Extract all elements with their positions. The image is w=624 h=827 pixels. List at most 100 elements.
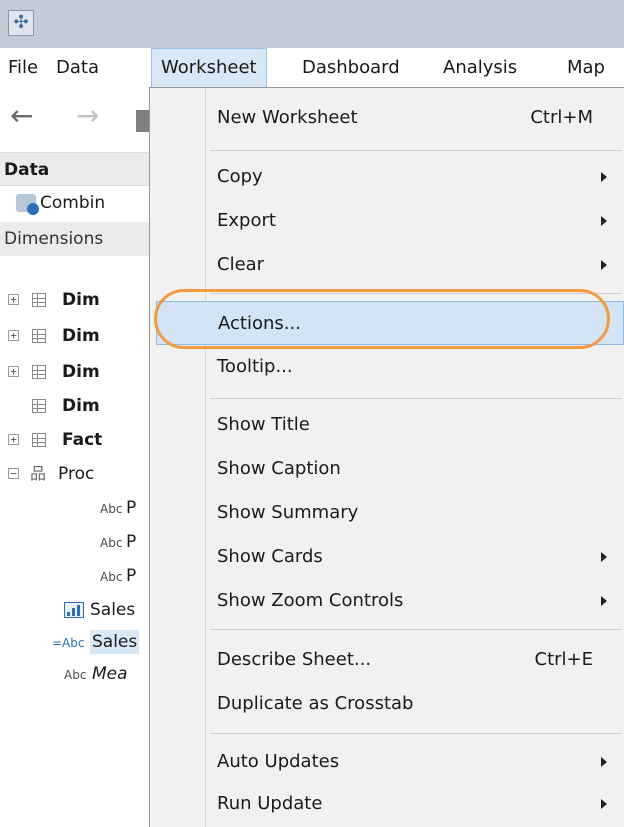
menu-item-show-title[interactable]: Show Title [205,403,623,447]
toolbar: ← → [0,88,150,152]
menu-item-label: Actions... [218,313,301,334]
tree-item-label: P [126,566,137,586]
menu-item-show-caption[interactable]: Show Caption [205,447,623,491]
datasource-item[interactable]: Combin [0,186,150,220]
submenu-arrow-icon [601,799,607,809]
menu-data[interactable]: Data [56,48,99,88]
tree-item-field[interactable]: Abc P [0,494,150,524]
menu-item-label: Export [217,210,276,231]
menu-item-label: Tooltip... [217,356,293,377]
menu-item-duplicate-as-crosstab[interactable]: Duplicate as Crosstab [205,682,623,726]
tree-item-label: Dim [62,362,100,382]
menu-item-export[interactable]: Export [205,199,623,243]
tree-item-measure-names[interactable]: Abc Mea [0,660,150,690]
menu-icon-gutter [150,88,206,827]
table-icon [32,365,46,379]
string-type-icon: Abc [100,502,123,516]
submenu-arrow-icon [601,552,607,562]
menu-item-label: Describe Sheet... [217,649,372,670]
menu-item-label: Show Summary [217,502,359,523]
collapse-icon[interactable]: − [8,468,19,479]
menu-item-label: New Worksheet [217,107,358,128]
menu-dashboard[interactable]: Dashboard [302,48,400,88]
tree-item-dim-4[interactable]: Dim [0,392,150,422]
bin-chart-icon [64,602,84,618]
tree-item-label: Dim [62,326,100,346]
menu-item-tooltip[interactable]: Tooltip... [205,345,623,389]
data-pane-header: Data [0,152,150,186]
menu-separator [210,629,622,630]
tableau-app-icon[interactable]: ✣ [8,10,34,36]
tree-item-label: Sales [90,630,140,654]
menu-item-shortcut: Ctrl+M [530,107,593,128]
tree-item-label: Proc [58,464,95,484]
submenu-arrow-icon [601,172,607,182]
string-type-icon: Abc [100,536,123,550]
menu-item-actions[interactable]: Actions... [156,301,624,345]
submenu-arrow-icon [601,260,607,270]
menu-item-label: Show Title [217,414,310,435]
back-arrow-icon[interactable]: ← [10,102,33,130]
menu-worksheet[interactable]: Worksheet [151,48,267,88]
title-bar: ✣ [0,0,624,48]
menu-item-show-zoom-controls[interactable]: Show Zoom Controls [205,579,623,623]
tree-item-label: Mea [92,664,128,684]
menu-item-label: Run Update [217,793,323,814]
dimensions-header: Dimensions [0,222,150,256]
table-icon [32,329,46,343]
tree-item-label: Sales [90,600,136,620]
menu-item-label: Show Zoom Controls [217,590,404,611]
menu-map[interactable]: Map [567,48,605,88]
expand-icon[interactable]: + [8,366,19,377]
tree-item-dim-2[interactable]: + Dim [0,322,150,352]
tree-item-calc-field[interactable]: =Abc Sales [0,628,150,658]
menu-item-label: Copy [217,166,263,187]
tree-item-fact[interactable]: + Fact [0,426,150,456]
submenu-arrow-icon [601,596,607,606]
string-type-icon: Abc [64,668,87,682]
menu-item-run-update[interactable]: Run Update [205,782,623,826]
menu-file[interactable]: File [8,48,38,88]
tree-item-label: Dim [62,290,100,310]
menu-item-copy[interactable]: Copy [205,155,623,199]
expand-icon[interactable]: + [8,294,19,305]
datasource-label: Combin [40,193,106,213]
tree-item-field[interactable]: Abc P [0,562,150,592]
tree-item-label: Fact [62,430,103,450]
menu-item-label: Show Caption [217,458,341,479]
menu-item-describe-sheet[interactable]: Describe Sheet... Ctrl+E [205,638,623,682]
menu-item-label: Show Cards [217,546,323,567]
menu-item-shortcut: Ctrl+E [534,649,593,670]
menu-item-label: Clear [217,254,265,275]
menu-analysis[interactable]: Analysis [443,48,517,88]
tree-item-dim-3[interactable]: + Dim [0,358,150,388]
menu-item-auto-updates[interactable]: Auto Updates [205,740,623,784]
expand-icon[interactable]: + [8,330,19,341]
tree-item-bin[interactable]: Sales [0,596,150,626]
submenu-arrow-icon [601,757,607,767]
menu-separator [210,293,622,294]
worksheet-menu: New Worksheet Ctrl+M Copy Export Clear A… [149,87,624,827]
submenu-arrow-icon [601,216,607,226]
forward-arrow-icon[interactable]: → [76,102,99,130]
tree-item-hierarchy[interactable]: − 品 Proc [0,460,150,490]
menu-item-label: Duplicate as Crosstab [217,693,414,714]
tree-item-label: P [126,498,137,518]
menu-item-show-summary[interactable]: Show Summary [205,491,623,535]
tree-item-label: Dim [62,396,100,416]
menu-item-show-cards[interactable]: Show Cards [205,535,623,579]
table-icon [32,399,46,413]
tree-item-dim-1[interactable]: + Dim [0,286,150,316]
data-pane: ← → Data Combin Dimensions + Dim + Dim +… [0,88,150,827]
table-icon [32,433,46,447]
menu-separator [210,398,622,399]
menu-separator [210,733,622,734]
table-icon [32,293,46,307]
datasource-icon [16,194,39,215]
menu-item-new-worksheet[interactable]: New Worksheet Ctrl+M [205,96,623,140]
expand-icon[interactable]: + [8,434,19,445]
toolbar-button-partial-icon[interactable] [136,110,150,132]
calculated-string-icon: =Abc [52,636,85,650]
tree-item-field[interactable]: Abc P [0,528,150,558]
menu-item-clear[interactable]: Clear [205,243,623,287]
